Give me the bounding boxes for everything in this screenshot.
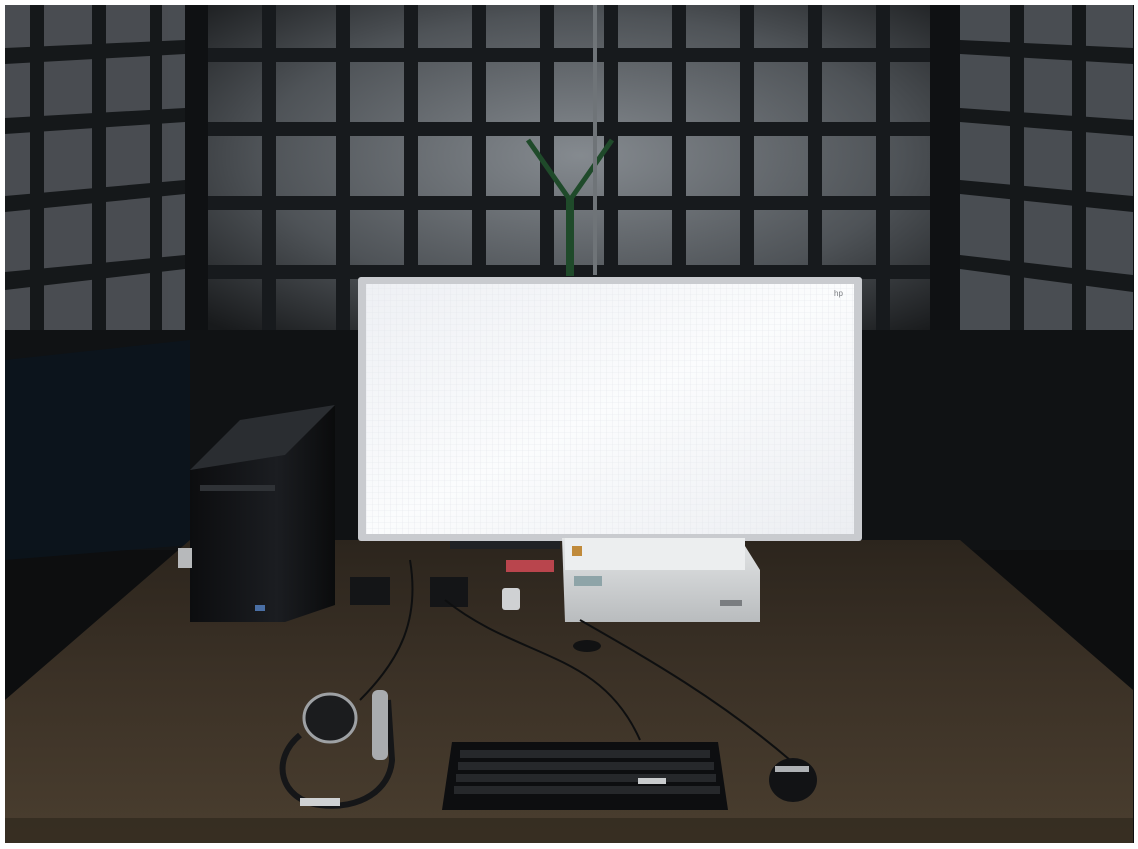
photo: hp — [0, 0, 1138, 849]
printer — [562, 538, 760, 622]
left-wall-grid — [5, 5, 185, 360]
monitor-corner-label: hp — [834, 289, 843, 298]
mouse — [769, 758, 817, 802]
monitor: hp — [358, 277, 862, 572]
keyboard — [442, 742, 728, 810]
desk-scene: hp — [0, 0, 1138, 849]
